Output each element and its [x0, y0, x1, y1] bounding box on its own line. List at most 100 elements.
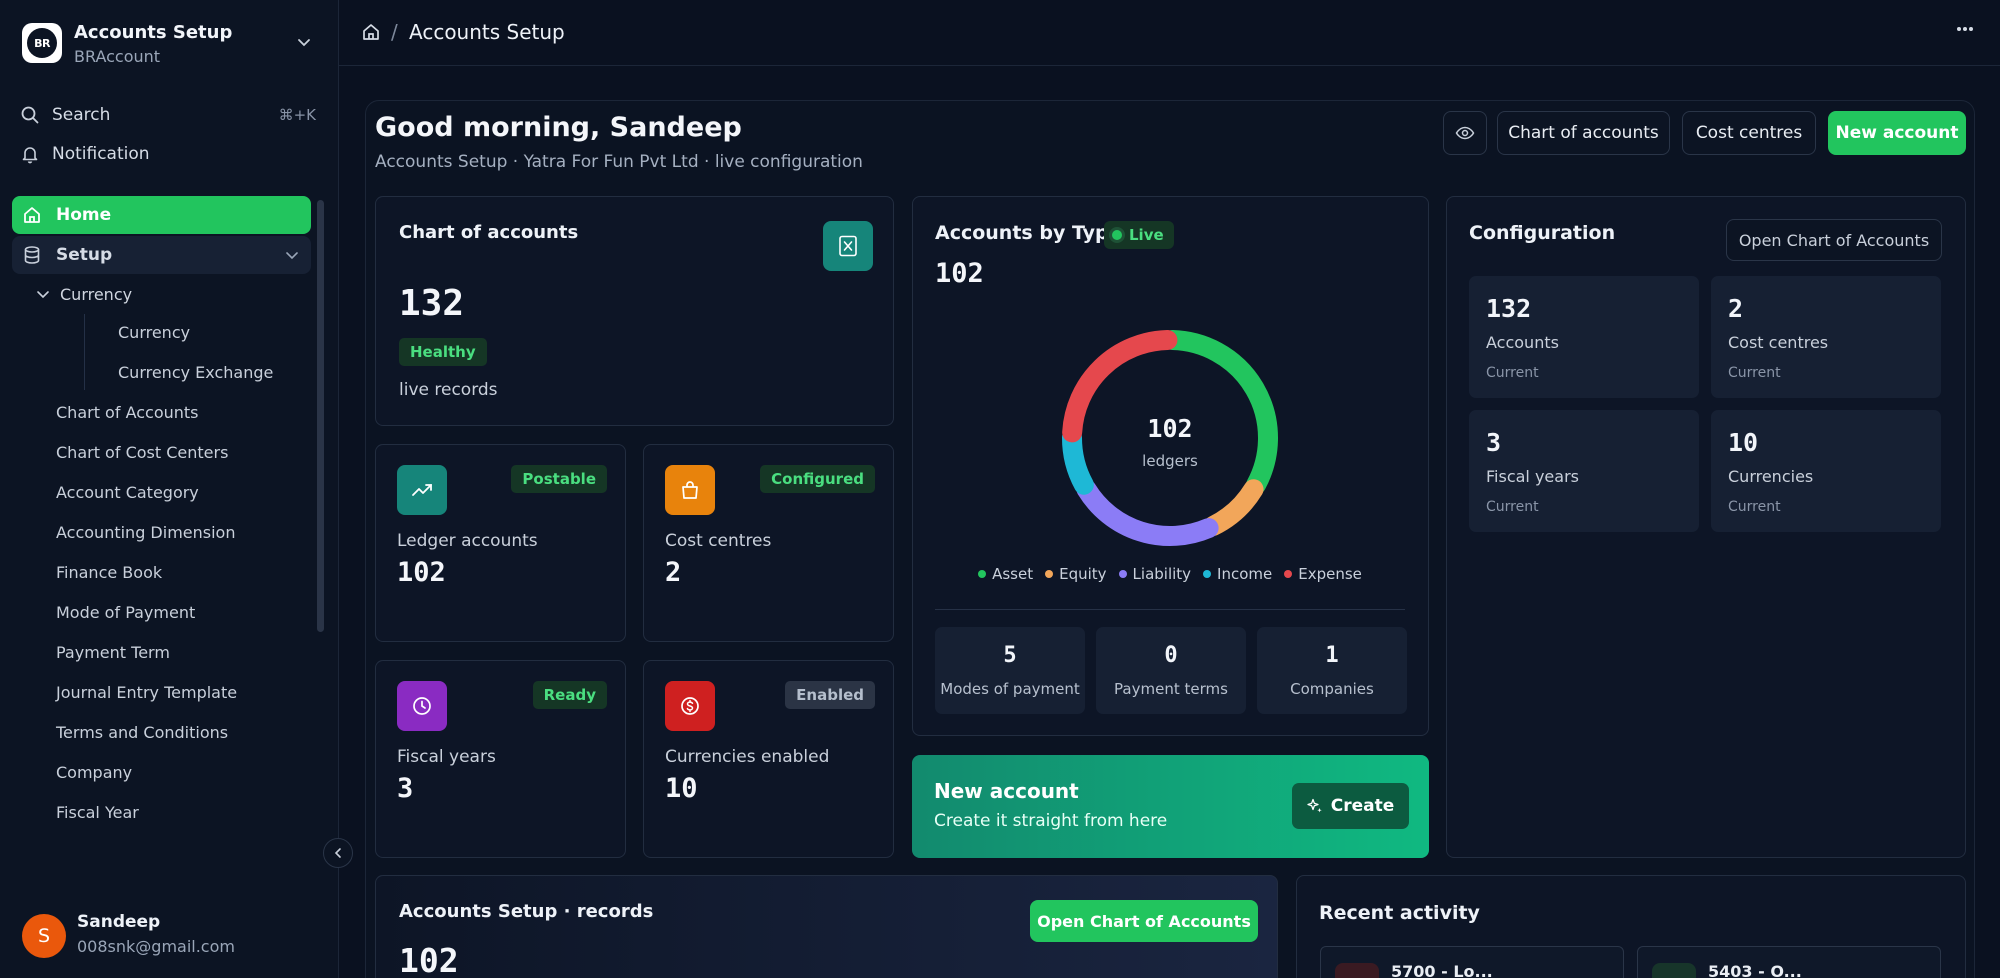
- workspace-switcher[interactable]: BR Accounts Setup BRAccount: [22, 22, 318, 68]
- activity-item-label: 5700 - Lo...: [1391, 962, 1493, 978]
- activity-icon: [1335, 963, 1379, 978]
- sidebar-item-currency[interactable]: Currency: [118, 323, 190, 342]
- donut-center-value: 102: [1147, 414, 1192, 443]
- status-badge: Ready: [532, 681, 607, 709]
- config-tile-accounts: 132 Accounts Current: [1469, 276, 1699, 398]
- status-badge: Configured: [760, 465, 875, 493]
- config-tile-value: 10: [1728, 428, 1759, 457]
- config-tile-cost-centres: 2 Cost centres Current: [1711, 276, 1941, 398]
- records-title: Accounts Setup · records: [399, 901, 654, 922]
- donut-slice-equity[interactable]: [1203, 479, 1264, 536]
- banner-subtitle: Create it straight from here: [934, 811, 1168, 831]
- open-chart-of-accounts-button[interactable]: Open Chart of Accounts: [1726, 219, 1942, 261]
- open-chart-of-accounts-button[interactable]: Open Chart of Accounts: [1030, 900, 1258, 942]
- chart-of-accounts-button[interactable]: Chart of accounts: [1497, 111, 1670, 155]
- dollar-icon: [665, 681, 715, 731]
- search-button[interactable]: Search ⌘+K: [20, 99, 316, 131]
- stat-value: 102: [397, 557, 446, 588]
- notification-button[interactable]: Notification: [20, 138, 316, 170]
- create-button[interactable]: Create: [1292, 783, 1409, 829]
- banner-title: New account: [934, 779, 1079, 803]
- sidebar-item-setup[interactable]: Setup: [12, 236, 311, 274]
- sidebar-item-journal-entry-template[interactable]: Journal Entry Template: [56, 683, 237, 702]
- user-email: 008snk@gmail.com: [77, 937, 235, 956]
- sidebar-item-payment-term[interactable]: Payment Term: [56, 643, 170, 662]
- sidebar-item-fiscal-year[interactable]: Fiscal Year: [56, 803, 139, 822]
- sidebar-item-finance-book[interactable]: Finance Book: [56, 563, 162, 582]
- records-count: 102: [399, 941, 459, 978]
- workspace-logo: BR: [22, 23, 62, 63]
- sidebar-item-account-category[interactable]: Account Category: [56, 483, 199, 502]
- stat-value: 3: [397, 773, 414, 804]
- coa-count: 132: [399, 283, 465, 324]
- mini-stat-value: 5: [1003, 643, 1017, 668]
- status-badge: Postable: [511, 465, 607, 493]
- toggle-visibility-button[interactable]: [1443, 111, 1487, 155]
- sidebar-item-accounting-dimension[interactable]: Accounting Dimension: [56, 523, 235, 542]
- sidebar-item-chart-of-accounts[interactable]: Chart of Accounts: [56, 403, 199, 422]
- legend-label: Liability: [1132, 565, 1192, 583]
- chevron-left-icon: [332, 847, 344, 859]
- search-label: Search: [52, 105, 111, 125]
- sidebar-item-terms-and-conditions[interactable]: Terms and Conditions: [56, 723, 228, 742]
- donut-chart: 102 ledgers: [1062, 330, 1278, 546]
- mini-stat-companies: 1 Companies: [1257, 627, 1407, 714]
- coa-caption: live records: [399, 380, 498, 400]
- home-icon: [22, 205, 42, 225]
- search-shortcut: ⌘+K: [278, 106, 316, 124]
- legend-dot-icon: [1045, 569, 1054, 578]
- mini-stat-value: 0: [1164, 643, 1178, 668]
- legend-dot-icon: [1203, 569, 1212, 578]
- spreadsheet-icon: [823, 221, 873, 271]
- avatar[interactable]: S: [22, 914, 66, 958]
- donut-slice-income[interactable]: [1062, 427, 1094, 495]
- legend-dot-icon: [1118, 569, 1127, 578]
- collapse-sidebar-button[interactable]: [323, 838, 353, 868]
- stat-label: Ledger accounts: [397, 531, 538, 551]
- tree-line: [84, 314, 85, 390]
- live-dot-icon: [1112, 230, 1122, 240]
- mini-stat-payment-terms: 0 Payment terms: [1096, 627, 1246, 714]
- sidebar-item-home[interactable]: Home: [12, 196, 311, 234]
- notification-label: Notification: [52, 144, 150, 164]
- list-item[interactable]: 5700 - Lo...: [1320, 946, 1624, 978]
- config-tile-currencies: 10 Currencies Current: [1711, 410, 1941, 532]
- config-tile-value: 132: [1486, 294, 1532, 323]
- donut-center-label: ledgers: [1142, 452, 1198, 470]
- cost-centres-button[interactable]: Cost centres: [1682, 111, 1816, 155]
- new-account-button[interactable]: New account: [1828, 111, 1966, 155]
- card-title: Chart of accounts: [399, 222, 579, 243]
- legend-dot-icon: [978, 569, 987, 578]
- user-name: Sandeep: [77, 912, 161, 932]
- sidebar-group-currency-label: Currency: [60, 284, 133, 304]
- accounts-total: 102: [935, 258, 984, 289]
- sidebar-item-company[interactable]: Company: [56, 763, 132, 782]
- sidebar-item-chart-of-cost-centers[interactable]: Chart of Cost Centers: [56, 443, 228, 462]
- shopping-bag-icon: [665, 465, 715, 515]
- bell-icon: [20, 144, 40, 164]
- stat-card-ledger-accounts: Postable Ledger accounts 102: [375, 444, 626, 642]
- stat-card-cost-centres: Configured Cost centres 2: [643, 444, 894, 642]
- donut-slice-liability[interactable]: [1076, 479, 1219, 546]
- sidebar-group-currency[interactable]: Currency: [36, 280, 132, 308]
- mini-stat-label: Modes of payment: [940, 680, 1080, 698]
- workspace-name: Accounts Setup: [74, 22, 233, 43]
- sidebar-scrollbar[interactable]: [317, 200, 324, 632]
- config-tile-label: Fiscal years: [1486, 467, 1579, 486]
- clock-icon: [397, 681, 447, 731]
- config-tile-fiscal-years: 3 Fiscal years Current: [1469, 410, 1699, 532]
- stat-card-currencies: Enabled Currencies enabled 10: [643, 660, 894, 858]
- sidebar-item-mode-of-payment[interactable]: Mode of Payment: [56, 603, 195, 622]
- home-icon[interactable]: [361, 22, 381, 42]
- legend-label: Expense: [1298, 565, 1362, 583]
- legend-item-asset: Asset: [978, 565, 1033, 583]
- config-tile-caption: Current: [1728, 365, 1781, 381]
- sidebar-item-currency-exchange[interactable]: Currency Exchange: [118, 363, 273, 382]
- live-badge: Live: [1104, 221, 1174, 249]
- trending-up-icon: [397, 465, 447, 515]
- list-item[interactable]: 5403 - O...: [1637, 946, 1941, 978]
- chart-of-accounts-card: Chart of accounts 132 Healthy live recor…: [375, 196, 894, 426]
- create-button-label: Create: [1330, 796, 1395, 816]
- more-icon[interactable]: [1956, 26, 1974, 32]
- config-tile-caption: Current: [1486, 365, 1539, 381]
